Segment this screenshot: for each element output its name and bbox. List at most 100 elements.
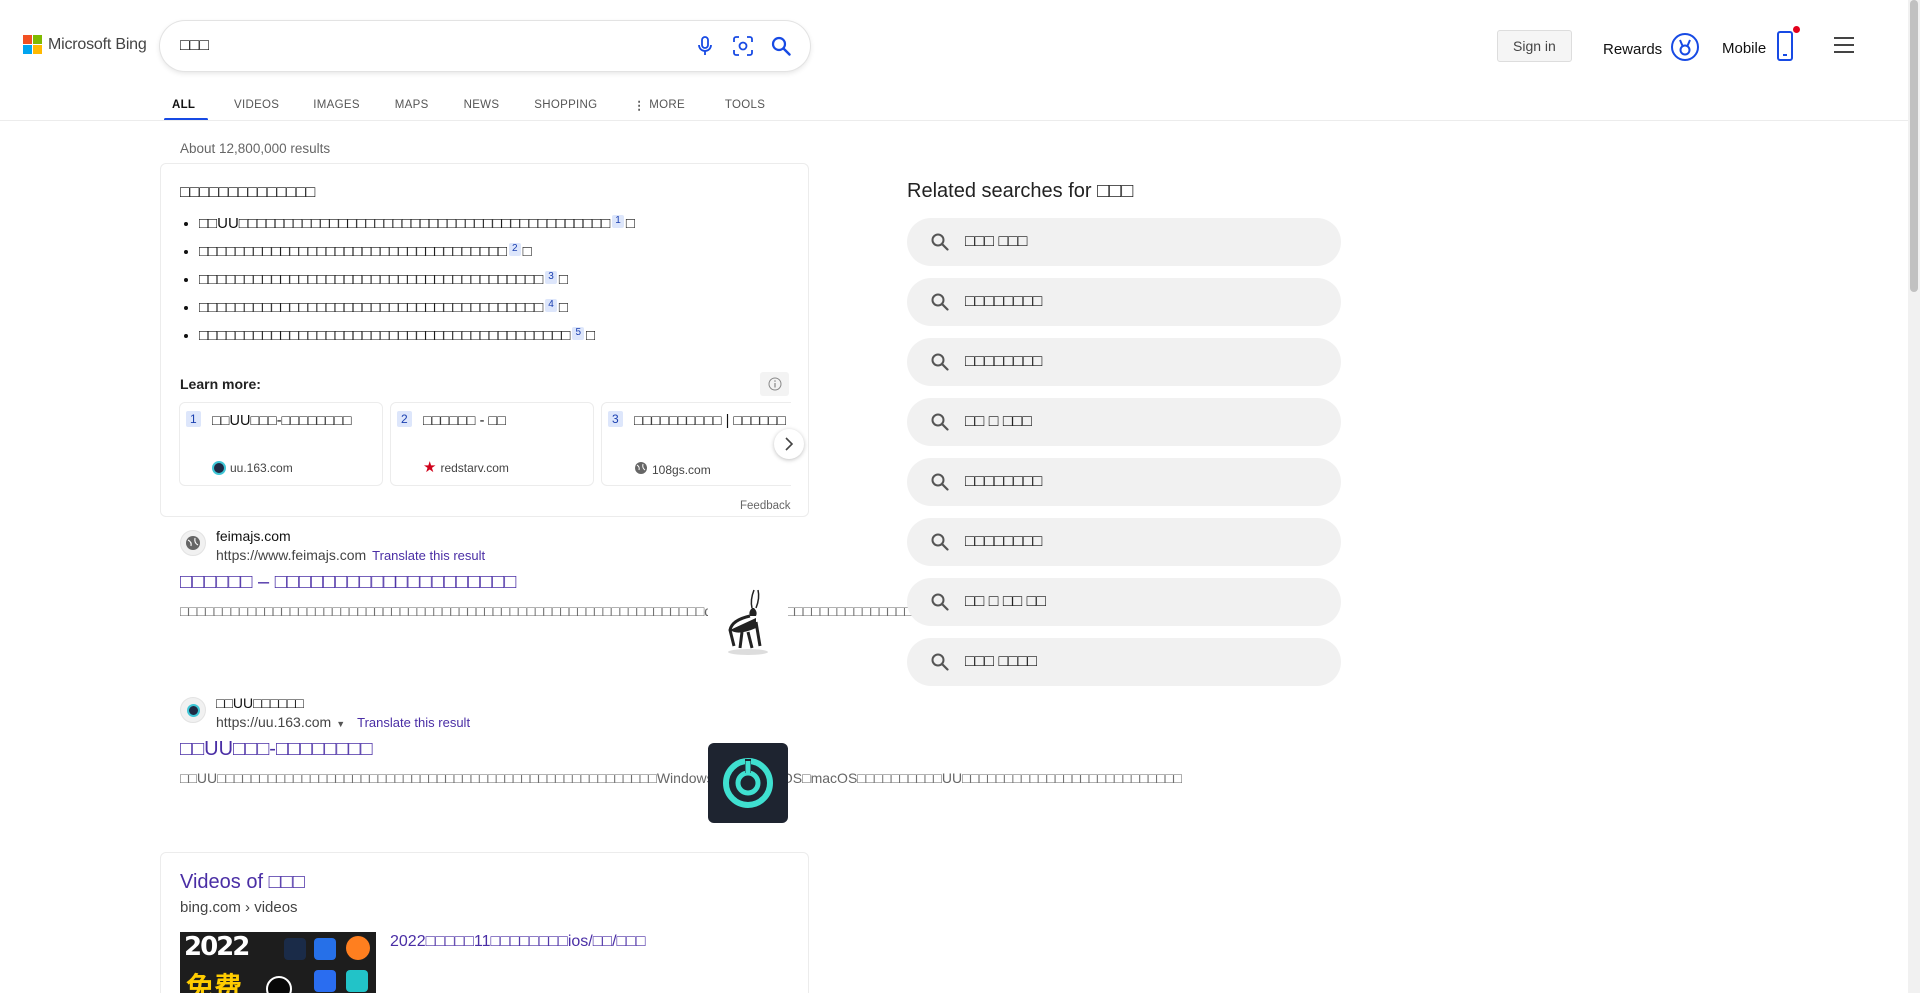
search-result: feimajs.com https://www.feimajs.com Trans… [180, 528, 930, 658]
search-icon [931, 592, 951, 612]
source-title: □□□□□□ - □□ [423, 413, 506, 429]
tab-news[interactable]: NEWS [464, 90, 500, 120]
result-count: About 12,800,000 results [180, 141, 331, 156]
chevron-right-icon [785, 437, 794, 451]
search-input[interactable] [180, 37, 678, 55]
videos-breadcrumb: bing.com › videos [180, 899, 298, 916]
citation-badge[interactable]: 5 [572, 327, 585, 340]
bing-results-page: Microsoft Bing Sign in Rewards Mobile [0, 0, 1920, 993]
result-url: https://uu.163.com ▼ Translate this result [216, 714, 471, 730]
globe-icon [634, 461, 648, 478]
rewards-label: Rewards [1603, 40, 1663, 58]
video-title-link[interactable]: 2022□□□□□11□□□□□□□□ios/□□/□□□ [390, 933, 646, 951]
tab-videos[interactable]: VIDEOS [234, 90, 279, 120]
citation-badge[interactable]: 1 [612, 215, 624, 228]
citation-badge[interactable]: 2 [509, 243, 521, 256]
result-site-name: feimajs.com [216, 528, 291, 544]
search-icon [931, 472, 951, 492]
answer-bullet: □□UU□□□□□□□□□□□□□□□□□□□□□□□□□□□□□□□□□□□□… [199, 212, 799, 240]
rewards-medal-icon [1670, 32, 1700, 66]
source-card[interactable]: 1 □□UU□□□-□□□□□□□□ uu.163.com [179, 402, 383, 486]
app-icon [346, 970, 368, 992]
source-card[interactable]: 2 □□□□□□ - □□ ★ redstarv.com [390, 402, 594, 486]
tab-shopping[interactable]: SHOPPING [534, 90, 597, 120]
related-searches-title: Related searches for □□□ [907, 180, 1134, 202]
uu-favicon-icon [180, 697, 206, 723]
citation-badge[interactable]: 3 [545, 271, 557, 284]
antelope-thumbnail[interactable] [708, 578, 788, 658]
video-thumbnail[interactable]: 2022 免费 [180, 932, 376, 993]
answer-bullet: □□□□□□□□□□□□□□□□□□□□□□□□□□□□□□□□□□□□□□□□… [199, 324, 799, 352]
thumb-year: 2022 [184, 932, 250, 962]
tabs-divider [0, 120, 1908, 121]
related-search-item[interactable]: □□□□□□□□ [907, 338, 1341, 386]
tab-images[interactable]: IMAGES [313, 90, 360, 120]
carousel-next-button[interactable] [774, 429, 804, 459]
rewards-button[interactable]: Rewards [1603, 32, 1700, 66]
play-icon[interactable] [266, 976, 292, 993]
bing-logo[interactable]: Microsoft Bing [23, 35, 147, 54]
search-icon [931, 412, 951, 432]
translate-link[interactable]: Translate this result [357, 715, 470, 730]
search-icon [931, 232, 951, 252]
visual-search-icon[interactable] [732, 35, 754, 57]
result-title-link[interactable]: □□□□□□ – □□□□□□□□□□□□□□□□□□□□ [180, 571, 516, 594]
app-icon [284, 938, 306, 960]
mobile-button[interactable]: Mobile [1722, 26, 1801, 66]
source-title: □□UU□□□-□□□□□□□□ [212, 413, 352, 429]
app-icon [346, 936, 370, 960]
result-url: https://www.feimajs.com Translate this re… [216, 547, 486, 563]
search-tabs: ALL VIDEOS IMAGES MAPS NEWS SHOPPING ⋮ MO… [164, 90, 765, 121]
menu-icon[interactable] [1834, 37, 1854, 58]
search-box [160, 21, 810, 71]
tab-more[interactable]: ⋮ MORE [633, 90, 685, 120]
uu-favicon-icon [212, 461, 226, 475]
microphone-icon[interactable] [694, 35, 716, 57]
search-icon [931, 352, 951, 372]
answer-bullet: □□□□□□□□□□□□□□□□□□□□□□□□□□□□□□□□□□□□□□4□ [199, 296, 799, 324]
mobile-label: Mobile [1722, 39, 1767, 57]
scrollbar-thumb[interactable] [1910, 0, 1918, 292]
source-carousel: 1 □□UU□□□-□□□□□□□□ uu.163.com 2 □□□□□□ -… [179, 402, 791, 487]
more-dots-icon: ⋮ [633, 100, 646, 112]
dropdown-arrow-icon[interactable]: ▼ [336, 719, 345, 729]
result-snippet: □□□□□□□□□□□□□□□□□□□□□□□□□□□□□□□□□□□□□□□□… [180, 603, 930, 619]
related-search-item[interactable]: □□□□□□□□ [907, 278, 1341, 326]
related-search-item[interactable]: □□ □ □□□ [907, 398, 1341, 446]
app-icon [314, 970, 336, 992]
translate-link[interactable]: Translate this result [372, 548, 485, 563]
tab-all[interactable]: ALL [164, 90, 208, 121]
search-icon[interactable] [770, 35, 792, 57]
related-search-item[interactable]: □□□□□□□□ [907, 458, 1341, 506]
result-title-link[interactable]: □□UU□□□-□□□□□□□□ [180, 738, 373, 761]
related-search-item[interactable]: □□□ □□□ [907, 218, 1341, 266]
search-icon [931, 292, 951, 312]
videos-card: Videos of □□□ bing.com › videos 2022 免费 … [160, 852, 809, 993]
notification-dot [1793, 26, 1801, 33]
microsoft-logo-icon [23, 35, 42, 54]
source-card[interactable]: 3 □□□□□□□□□□ | □□□□□□ 108gs.com [601, 402, 791, 486]
citation-badge[interactable]: 4 [545, 299, 557, 312]
related-search-item[interactable]: □□□ □□□□ [907, 638, 1341, 686]
source-number: 2 [397, 411, 412, 427]
source-number: 3 [608, 411, 623, 427]
related-search-item[interactable]: □□□□□□□□ [907, 518, 1341, 566]
tab-tools[interactable]: TOOLS [725, 90, 765, 120]
page-scrollbar[interactable] [1908, 0, 1920, 993]
source-domain: ★ redstarv.com [423, 459, 509, 476]
learn-more-label: Learn more: [180, 376, 261, 392]
thumb-free-text: 免费 [186, 972, 243, 993]
source-title: □□□□□□□□□□ | □□□□□□ [634, 413, 786, 429]
app-icon [314, 938, 336, 960]
source-domain: 108gs.com [634, 461, 711, 478]
related-search-item[interactable]: □□ □ □□ □□ [907, 578, 1341, 626]
phone-icon [1776, 26, 1801, 66]
info-icon[interactable] [760, 372, 789, 396]
sign-in-button[interactable]: Sign in [1497, 30, 1572, 62]
search-result: □□UU□□□□□□ https://uu.163.com ▼ Translate … [180, 695, 1182, 840]
feedback-link[interactable]: Feedback [740, 500, 791, 512]
tab-maps[interactable]: MAPS [395, 90, 429, 120]
videos-title-link[interactable]: Videos of □□□ [180, 871, 305, 894]
uu-app-thumbnail[interactable] [708, 743, 788, 823]
header-actions: Sign in Rewards Mobile [1497, 26, 1854, 62]
